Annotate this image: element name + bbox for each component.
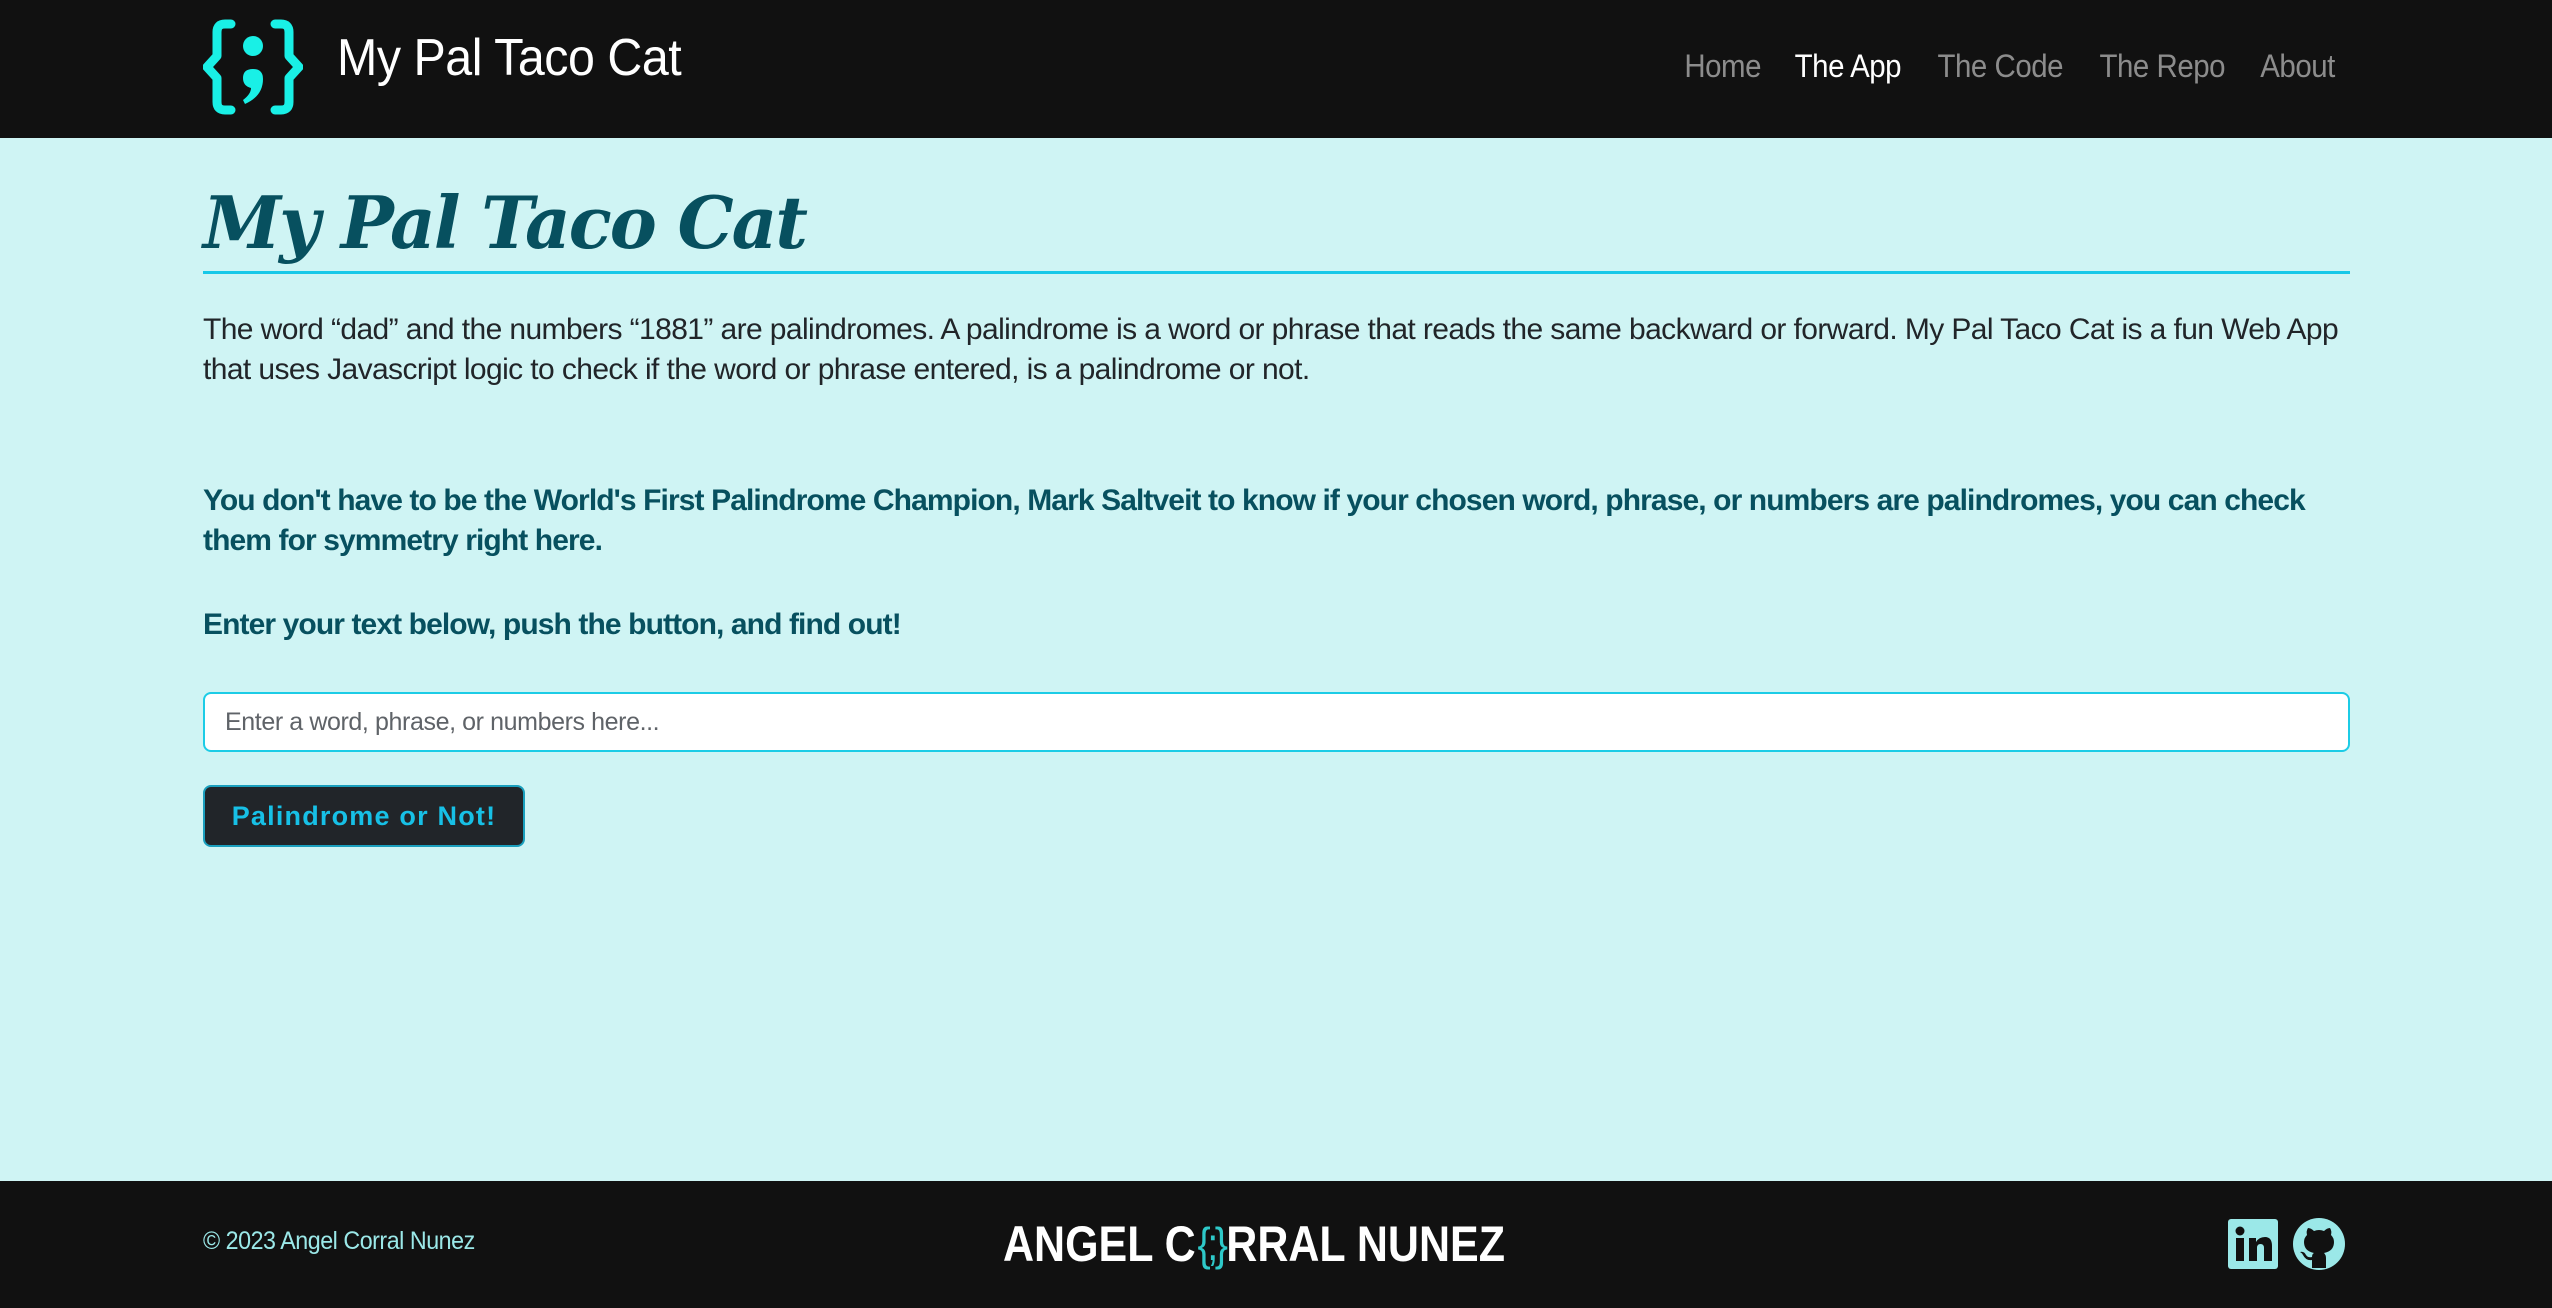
title-divider (203, 271, 2350, 274)
nav-the-code[interactable]: The Code (1937, 48, 2063, 85)
curly-braces-semicolon-icon[interactable] (203, 16, 303, 118)
page-title: My Pal Taco Cat (203, 180, 808, 265)
linkedin-icon[interactable] (2226, 1217, 2280, 1271)
github-icon[interactable] (2292, 1217, 2346, 1271)
nav-the-app[interactable]: The App (1795, 48, 1902, 85)
intro-paragraph: The word “dad” and the numbers “1881” ar… (203, 313, 2339, 386)
social-links (2226, 1217, 2346, 1271)
footer: © 2023 Angel Corral Nunez ANGEL C {;} RRAL… (0, 1181, 2552, 1308)
brand-title[interactable]: My Pal Taco Cat (337, 24, 682, 92)
top-navbar: My Pal Taco Cat Home The App The Code Th… (0, 0, 2552, 138)
nav-about[interactable]: About (2260, 48, 2335, 85)
footer-brand-right: RRAL NUNEZ (1226, 1216, 1505, 1272)
curly-braces-semicolon-icon: {;} (1197, 1218, 1227, 1270)
footer-brand-logo[interactable]: ANGEL C {;} RRAL NUNEZ (1003, 1211, 1505, 1277)
copyright-text: © 2023 Angel Corral Nunez (203, 1227, 475, 1255)
nav-home[interactable]: Home (1684, 48, 1761, 85)
main-content: My Pal Taco Cat The word “dad” and the n… (203, 138, 2350, 847)
palindrome-check-button[interactable]: Palindrome or Not! (203, 785, 525, 847)
palindrome-input[interactable] (203, 692, 2350, 752)
footer-brand-left: ANGEL C (1003, 1216, 1196, 1272)
lead-paragraph-champion: You don't have to be the World's First P… (203, 484, 2306, 557)
main-nav: Home The App The Code The Repo About (1681, 44, 2338, 88)
lead-paragraph-instructions: Enter your text below, push the button, … (203, 608, 902, 641)
nav-the-repo[interactable]: The Repo (2100, 48, 2226, 85)
